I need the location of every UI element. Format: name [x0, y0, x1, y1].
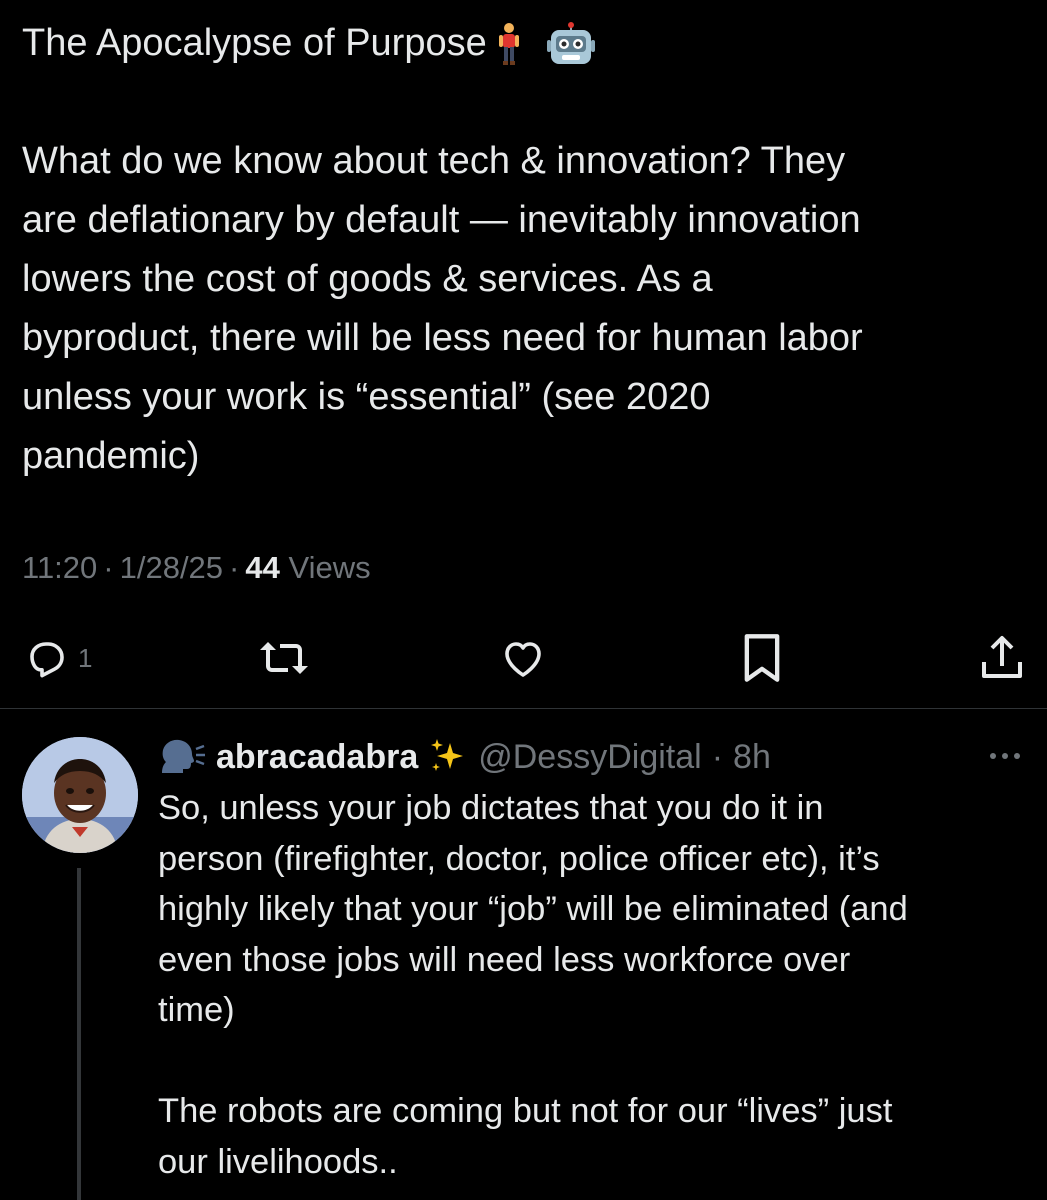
speaking-head-emoji — [162, 739, 205, 773]
meta-separator: · — [103, 550, 114, 585]
meta-separator: · — [229, 550, 240, 585]
reply-body-line: even those jobs will need less workforce… — [158, 940, 851, 979]
avatar-photo — [22, 737, 138, 853]
share-button[interactable] — [978, 630, 1026, 686]
man-standing-emoji — [498, 22, 519, 65]
divider — [0, 708, 1047, 709]
header-separator: · — [711, 737, 724, 776]
tweet-meta: 11:20 · 1/28/25 · 44 Views — [22, 550, 371, 586]
reply-text: So, unless your job dictates that you do… — [158, 783, 1033, 1187]
reply-body-line: So, unless your job dictates that you do… — [158, 789, 824, 827]
tweet-date[interactable]: 1/28/25 — [120, 550, 223, 585]
tweet-body-line: unless your work is “essential” (see 202… — [22, 376, 711, 418]
tweet-body-line: byproduct, there will be less need for h… — [22, 317, 863, 359]
more-options-icon[interactable] — [987, 746, 1023, 766]
reply-body-line: highly likely that your “job” will be el… — [158, 890, 908, 928]
tweet-body-line: What do we know about tech & innovation?… — [22, 140, 846, 182]
tweet-time[interactable]: 11:20 — [22, 550, 97, 585]
bookmark-button[interactable] — [740, 630, 784, 686]
views-count[interactable]: 44 — [245, 550, 279, 585]
sparkles-emoji — [431, 739, 464, 771]
handle[interactable]: @DessyDigital — [478, 738, 701, 777]
robot-emoji — [546, 21, 595, 64]
views-label[interactable]: Views — [288, 550, 370, 585]
action-bar: 1 — [0, 630, 1047, 686]
reply-blank-line — [158, 1036, 1033, 1087]
display-name[interactable]: abracadabra — [216, 738, 418, 777]
bookmark-icon — [744, 634, 780, 682]
retweet-icon — [260, 642, 308, 674]
reply-header: abracadabra @DessyDigital · 8h — [158, 732, 771, 782]
like-icon — [505, 642, 541, 677]
tweet-title: The Apocalypse of Purpose — [22, 22, 487, 64]
tweet-text: The Apocalypse of Purpose What do we kno… — [22, 14, 1022, 486]
tweet-body-line: lowers the cost of goods & services. As … — [22, 258, 713, 300]
avatar[interactable] — [22, 737, 138, 853]
share-icon — [982, 636, 1022, 678]
like-button[interactable] — [497, 630, 549, 686]
reply-count: 1 — [78, 642, 93, 673]
reply-body-line: The robots are coming but not for our “l… — [158, 1092, 893, 1130]
reply-body-line: person (firefighter, doctor, police offi… — [158, 839, 880, 878]
tweet-title-line: The Apocalypse of Purpose — [22, 14, 1022, 73]
reply-icon — [30, 642, 64, 678]
retweet-button[interactable] — [256, 630, 312, 686]
tweet-body-line: are deflationary by default — inevitably… — [22, 199, 861, 241]
reply-body-line: time) — [158, 991, 235, 1029]
tweet-body-line: pandemic) — [22, 435, 200, 477]
reply-time[interactable]: 8h — [733, 738, 771, 777]
reply-button[interactable]: 1 — [22, 630, 92, 686]
thread-line — [77, 868, 81, 1200]
reply-body-line: our livelihoods.. — [158, 1142, 398, 1181]
